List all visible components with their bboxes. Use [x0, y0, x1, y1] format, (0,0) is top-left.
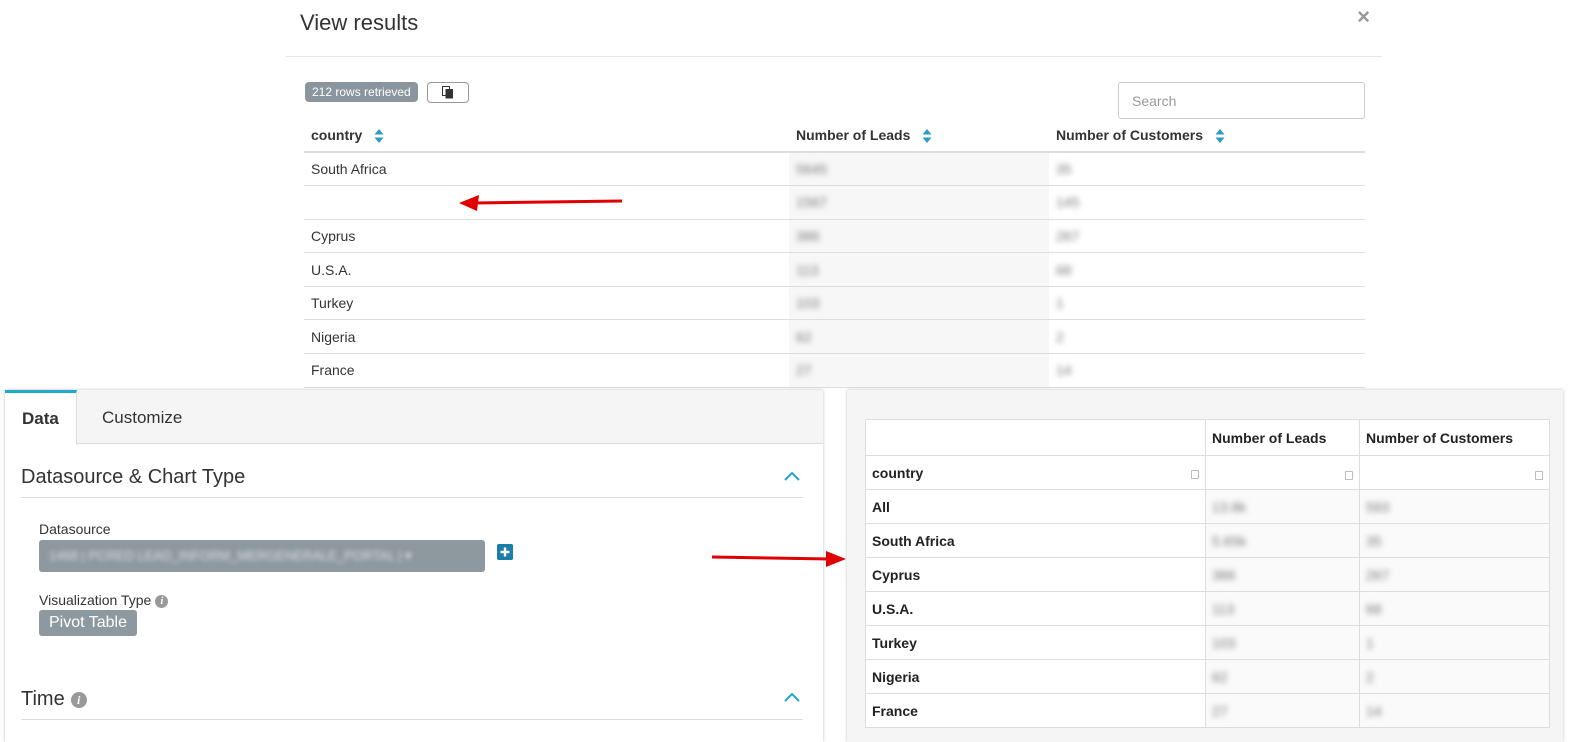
sort-icon — [1215, 129, 1225, 144]
cell-country: U.S.A. — [304, 252, 789, 287]
filter-icon[interactable] — [1345, 470, 1353, 480]
cell-customers: 267 — [1049, 219, 1365, 254]
cell-leads: 103 — [789, 286, 1049, 321]
table-row: South Africa 5645 35 — [304, 152, 1365, 187]
pivot-corner-cell — [865, 419, 1206, 456]
info-icon[interactable]: i — [155, 594, 169, 608]
pivot-leads: 5.65k — [1205, 523, 1360, 558]
pivot-leads: 113 — [1205, 591, 1360, 626]
rows-retrieved-badge: 212 rows retrieved — [305, 82, 418, 102]
sort-icon — [374, 129, 384, 144]
pivot-country: France — [865, 693, 1206, 728]
cell-leads: 386 — [789, 219, 1049, 254]
pivot-leads: 103 — [1205, 625, 1360, 660]
modal-title: View results — [300, 10, 419, 35]
close-icon[interactable]: × — [1357, 4, 1370, 30]
pivot-customers: 1 — [1359, 625, 1550, 660]
pivot-row: U.S.A. 113 68 — [865, 591, 1550, 626]
section-divider — [21, 497, 803, 498]
modal-divider — [286, 56, 1382, 57]
pivot-leads: 27 — [1205, 693, 1360, 728]
datasource-select[interactable]: 1468 | PCRED LEAD_INFORM_MERGENERALE_POR… — [39, 540, 485, 572]
sort-icon — [922, 129, 932, 144]
pivot-country: Turkey — [865, 625, 1206, 660]
pivot-customers: 267 — [1359, 557, 1550, 592]
table-row: Turkey 103 1 — [304, 286, 1365, 321]
panel-tabbar: Data Customize — [5, 390, 823, 445]
cell-customers: 68 — [1049, 252, 1365, 287]
pivot-header-customers: Number of Customers — [1359, 419, 1550, 456]
pivot-filter-cell — [1205, 455, 1360, 490]
cell-country: Nigeria — [304, 319, 789, 355]
pivot-country: Cyprus — [865, 557, 1206, 592]
pivot-country: U.S.A. — [865, 591, 1206, 626]
pivot-row: South Africa 5.65k 35 — [865, 523, 1550, 558]
cell-customers: 14 — [1049, 353, 1365, 388]
pivot-row: Nigeria 62 2 — [865, 659, 1550, 694]
cell-leads: 27 — [789, 353, 1049, 388]
pivot-leads: 386 — [1205, 557, 1360, 592]
cell-leads: 5645 — [789, 152, 1049, 187]
pivot-table: Number of Leads Number of Customers coun… — [865, 419, 1550, 728]
cell-country: Cyprus — [304, 219, 789, 254]
pivot-country: South Africa — [865, 523, 1206, 558]
cell-country: Turkey — [304, 286, 789, 321]
pivot-chart-panel: Number of Leads Number of Customers coun… — [847, 390, 1563, 742]
pivot-customers: 14 — [1359, 693, 1550, 728]
search-input[interactable] — [1118, 82, 1365, 119]
cell-customers: 2 — [1049, 319, 1365, 355]
section-title-time[interactable]: Time i — [21, 688, 87, 711]
cell-customers: 1 — [1049, 286, 1365, 321]
section-divider — [21, 719, 803, 720]
table-row: Cyprus 386 267 — [304, 219, 1365, 254]
annotation-arrow-right-icon — [711, 551, 846, 567]
pivot-customers: 35 — [1359, 523, 1550, 558]
view-results-modal: View results × 212 rows retrieved countr… — [286, 0, 1382, 395]
pivot-customers: 2 — [1359, 659, 1550, 694]
pivot-customers: 593 — [1359, 489, 1550, 524]
filter-icon[interactable] — [1535, 470, 1543, 480]
results-table: country Number of Leads Number of Custom… — [304, 120, 1365, 388]
column-header-country[interactable]: country — [304, 120, 789, 153]
pivot-leads: 62 — [1205, 659, 1360, 694]
pivot-filter-cell — [1359, 455, 1550, 490]
cell-leads: 62 — [789, 319, 1049, 355]
datasource-label: Datasource — [39, 521, 111, 537]
filter-icon[interactable] — [1191, 469, 1199, 479]
visualization-type-select[interactable]: Pivot Table — [39, 610, 137, 636]
cell-leads: 113 — [789, 252, 1049, 287]
pivot-country: Nigeria — [865, 659, 1206, 694]
pivot-header-leads: Number of Leads — [1205, 419, 1360, 456]
pivot-row: Turkey 103 1 — [865, 625, 1550, 660]
table-row: U.S.A. 113 68 — [304, 252, 1365, 287]
cell-customers: 145 — [1049, 185, 1365, 220]
visualization-type-label: Visualization Type i — [39, 592, 169, 608]
cell-customers: 35 — [1049, 152, 1365, 187]
info-icon[interactable]: i — [70, 691, 87, 708]
column-header-leads[interactable]: Number of Leads — [789, 120, 1049, 153]
pivot-row: All 13.8k 593 — [865, 489, 1550, 524]
tab-data[interactable]: Data — [5, 390, 77, 445]
table-row: France 27 14 — [304, 353, 1365, 388]
pivot-country: All — [865, 489, 1206, 524]
annotation-arrow-left-icon — [459, 195, 623, 211]
section-title-datasource[interactable]: Datasource & Chart Type — [21, 466, 245, 489]
cell-country: France — [304, 353, 789, 388]
chevron-up-icon[interactable] — [783, 470, 801, 482]
cell-country: South Africa — [304, 152, 789, 187]
tab-customize[interactable]: Customize — [85, 390, 199, 444]
cell-leads: 1567 — [789, 185, 1049, 220]
pivot-row-header: country — [865, 455, 1206, 490]
pivot-customers: 68 — [1359, 591, 1550, 626]
table-row: Nigeria 62 2 — [304, 319, 1365, 355]
pivot-row: Cyprus 386 267 — [865, 557, 1550, 592]
column-header-customers[interactable]: Number of Customers — [1049, 120, 1365, 153]
pivot-row: France 27 14 — [865, 693, 1550, 728]
explore-control-panel: Data Customize Datasource & Chart Type D… — [5, 390, 823, 742]
pivot-leads: 13.8k — [1205, 489, 1360, 524]
chevron-up-icon[interactable] — [783, 691, 801, 703]
copy-button[interactable] — [427, 82, 469, 103]
add-datasource-plus-icon[interactable] — [497, 544, 513, 560]
copy-icon — [442, 86, 453, 99]
